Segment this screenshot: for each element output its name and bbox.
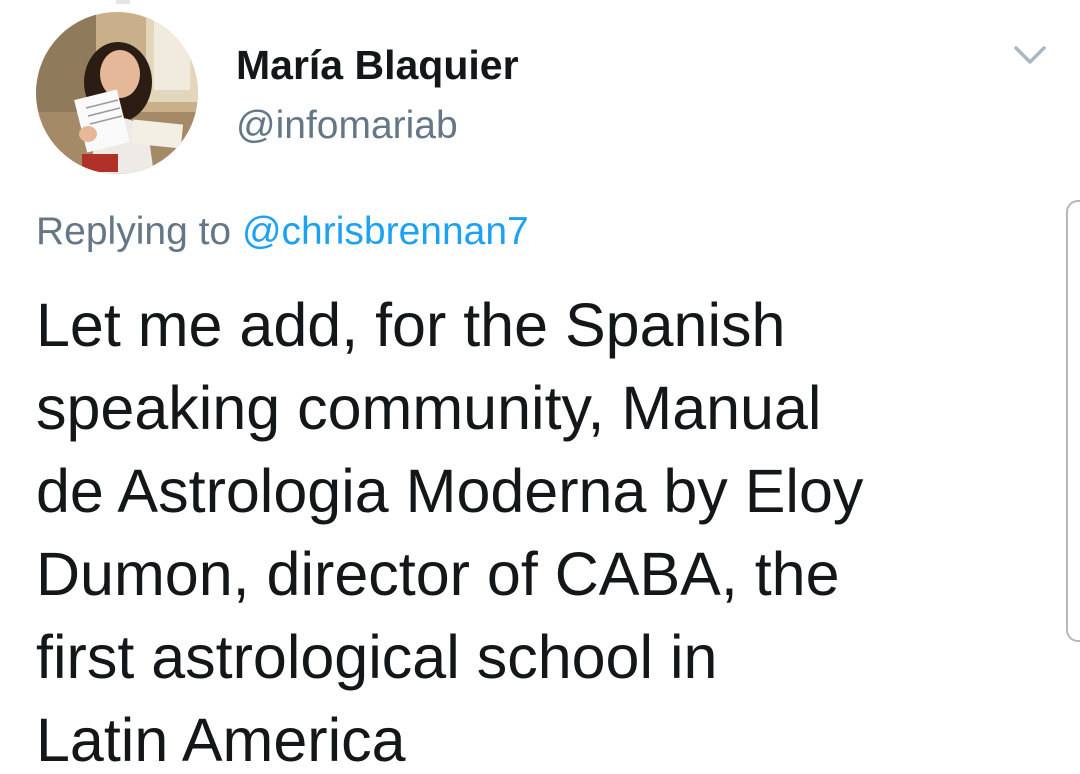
scrollbar[interactable]	[1066, 200, 1080, 642]
tweet-card: María Blaquier @infomariab Replying to @…	[0, 0, 1080, 774]
tweet-text-line: first astrological school in	[36, 623, 718, 691]
tweet-text-line: Let me add, for the Spanish	[36, 291, 786, 359]
chevron-down-icon[interactable]	[1012, 42, 1048, 70]
reply-mention-link[interactable]: @chrisbrennan7	[242, 210, 529, 253]
avatar[interactable]	[36, 12, 198, 174]
tweet-text-line: de Astrologia Moderna by Eloy	[36, 457, 864, 525]
author-display-name[interactable]: María Blaquier	[236, 42, 519, 89]
tweet-text-line: speaking community, Manual	[36, 374, 822, 442]
top-divider	[116, 0, 130, 4]
tweet-text-line: Dumon, director of CABA, the	[36, 540, 840, 608]
profile-photo	[36, 12, 198, 174]
tweet-text-line: Latin America	[36, 706, 406, 774]
author-handle[interactable]: @infomariab	[236, 104, 458, 148]
replying-to-label: Replying to	[36, 210, 242, 253]
tweet-text: Let me add, for the Spanish speaking com…	[36, 284, 1016, 774]
replying-to: Replying to @chrisbrennan7	[36, 210, 529, 254]
